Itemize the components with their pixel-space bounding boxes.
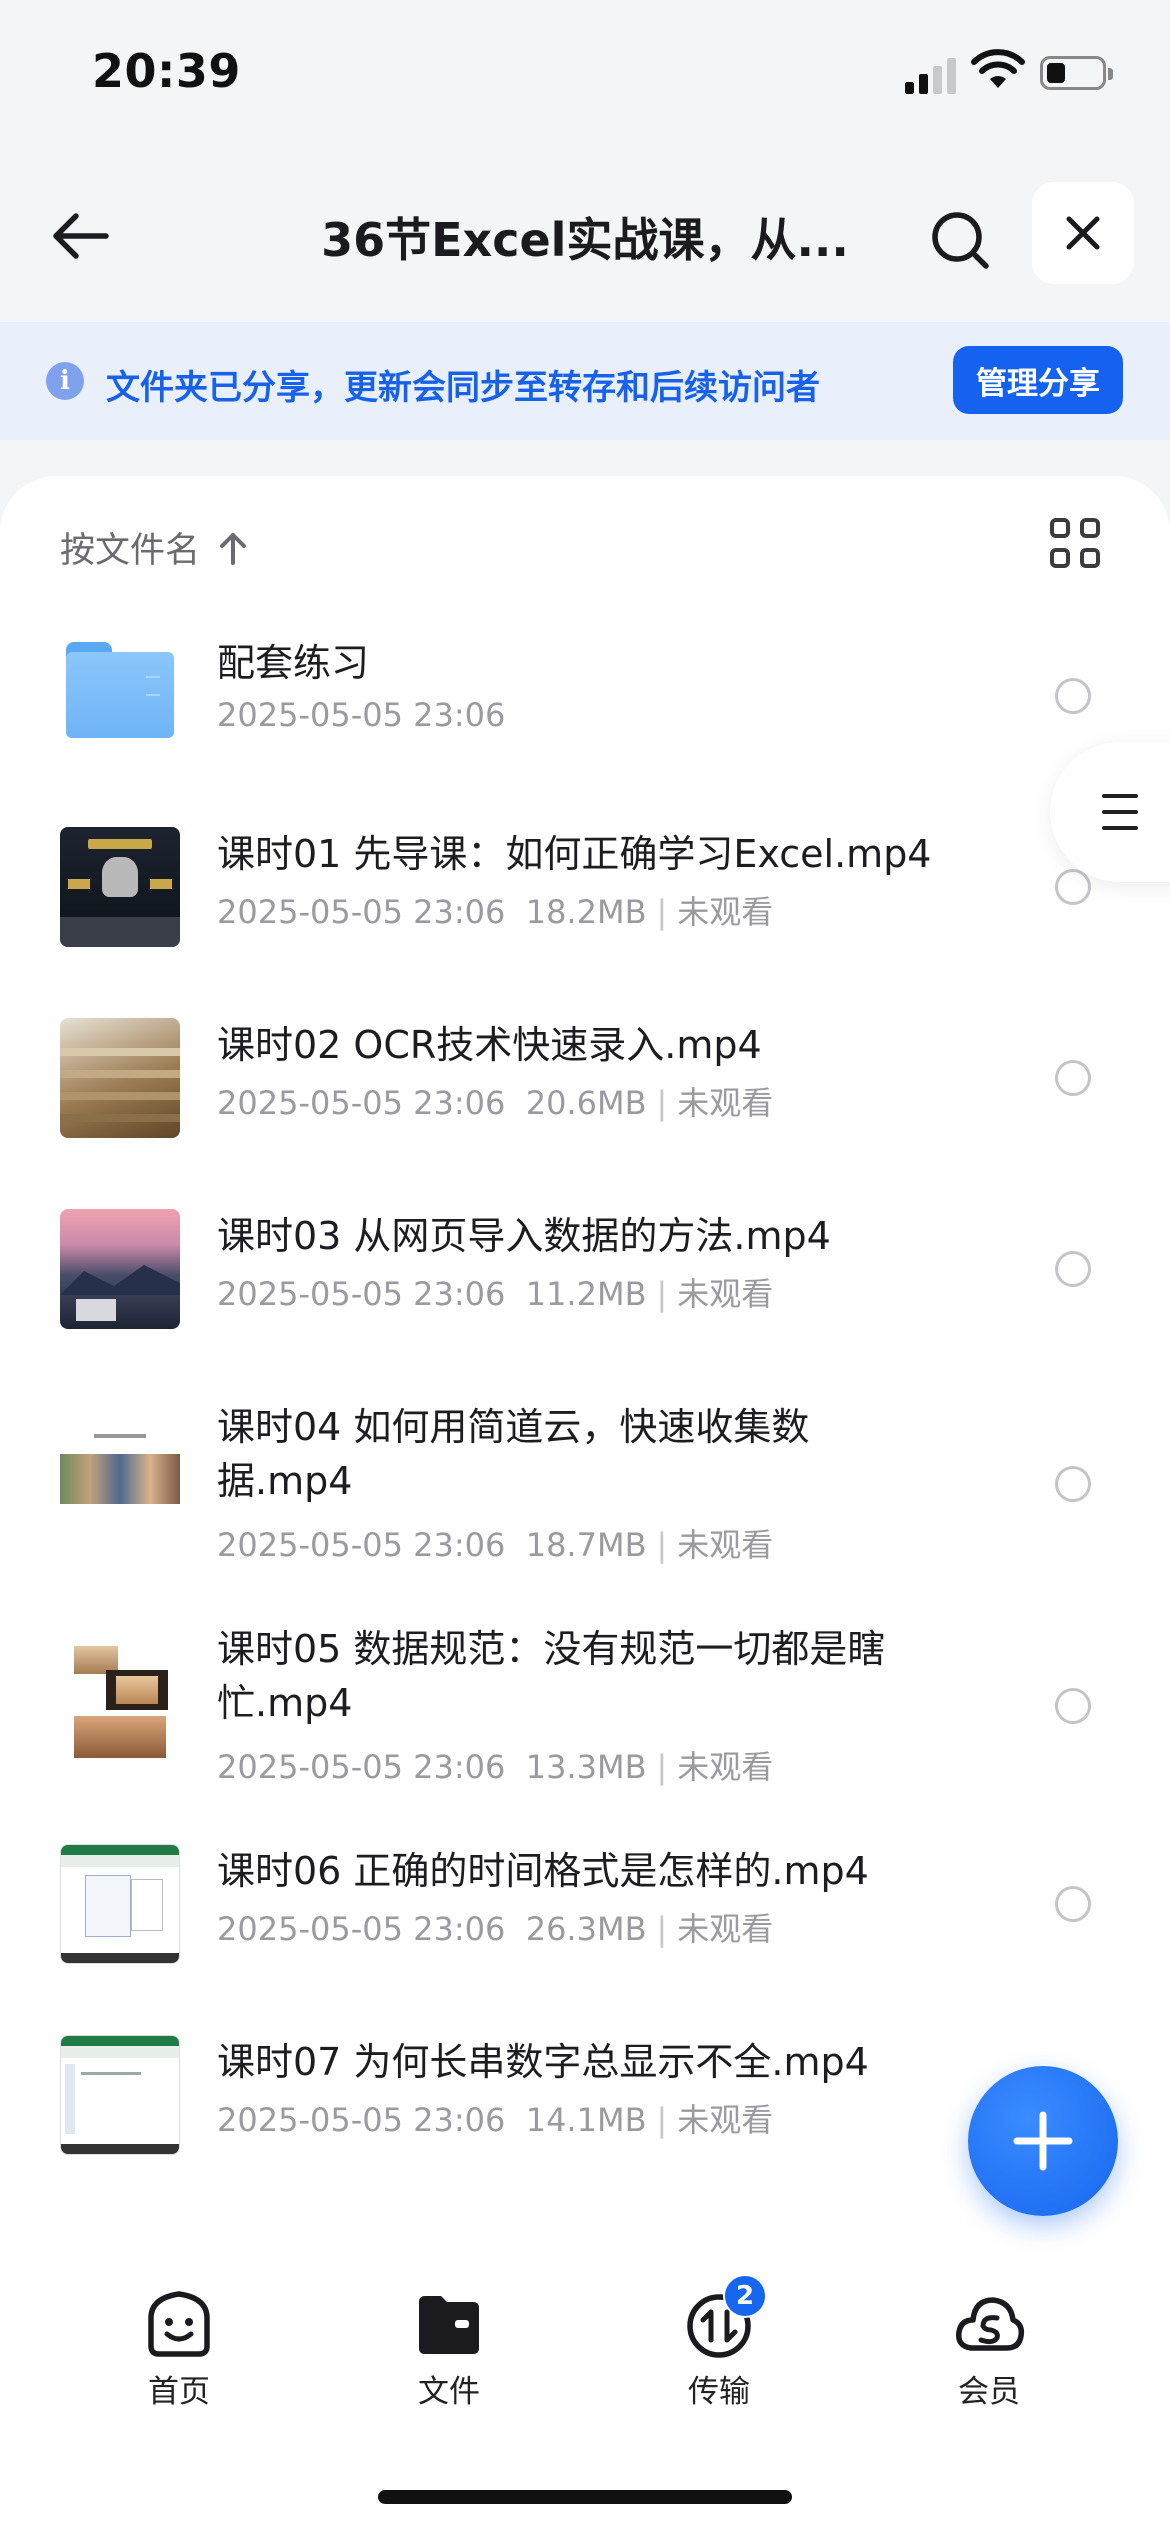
tab-label: 会员 (958, 2374, 1020, 2410)
file-size: 13.3MB (525, 1748, 647, 1786)
close-icon (1066, 216, 1100, 250)
smile-face-icon (143, 2288, 215, 2360)
tab-transfer[interactable]: 2 传输 (644, 2274, 794, 2418)
file-date: 2025-05-05 23:06 (217, 1748, 506, 1786)
select-radio[interactable] (1055, 678, 1091, 714)
watch-status: 未观看 (677, 893, 774, 931)
folder-icon (413, 2288, 485, 2360)
cloud-member-icon (953, 2288, 1025, 2360)
tab-label: 文件 (418, 2374, 480, 2410)
file-size: 11.2MB (525, 1275, 647, 1313)
status-bar: 20:39 (0, 0, 1170, 150)
watch-status: 未观看 (677, 1526, 774, 1564)
list-item[interactable]: 配套练习 2025-05-05 23:06 (0, 606, 1170, 797)
file-name: 课时02 OCR技术快速录入.mp4 (217, 1023, 762, 1067)
tab-label: 首页 (148, 2374, 210, 2410)
page-title: 36节Excel实战课，从... (321, 213, 849, 267)
file-date: 2025-05-05 23:06 (217, 1910, 506, 1948)
list-item[interactable]: 课时02 OCR技术快速录入.mp4 2025-05-05 23:06 20.6… (0, 988, 1170, 1179)
watch-status: 未观看 (677, 1275, 774, 1313)
file-date: 2025-05-05 23:06 (217, 893, 506, 931)
file-name: 课时07 为何长串数字总显示不全.mp4 (217, 2040, 869, 2084)
watch-status: 未观看 (677, 1748, 774, 1786)
file-size: 26.3MB (525, 1910, 647, 1948)
search-button[interactable] (918, 198, 1002, 282)
file-size: 18.7MB (525, 1526, 647, 1564)
file-size: 20.6MB (525, 1084, 647, 1122)
select-radio[interactable] (1055, 1251, 1091, 1287)
status-time: 20:39 (92, 44, 241, 98)
select-radio[interactable] (1055, 1886, 1091, 1922)
file-date: 2025-05-05 23:06 (217, 1084, 506, 1122)
video-thumbnail (60, 827, 180, 947)
file-date: 2025-05-05 23:06 (217, 696, 506, 734)
file-list-panel: 按文件名 配套练习 2025-05-05 23:06 课时01 先导课：如何正确… (0, 476, 1170, 2260)
file-meta: 2025-05-05 23:06 18.2MB | 未观看 (217, 893, 774, 931)
select-radio[interactable] (1055, 869, 1091, 905)
watch-status: 未观看 (677, 1084, 774, 1122)
folder-icon (66, 642, 174, 738)
file-name: 课时03 从网页导入数据的方法.mp4 (217, 1214, 831, 1258)
file-name: 课时06 正确的时间格式是怎样的.mp4 (217, 1849, 869, 1893)
file-date: 2025-05-05 23:06 (217, 1275, 506, 1313)
list-item[interactable]: 课时01 先导课：如何正确学习Excel.mp4 2025-05-05 23:0… (0, 797, 1170, 988)
tab-files[interactable]: 文件 (374, 2288, 524, 2418)
file-meta: 2025-05-05 23:06 20.6MB | 未观看 (217, 1084, 774, 1122)
video-thumbnail (60, 1642, 180, 1762)
plus-icon (1013, 2111, 1073, 2171)
file-list: 配套练习 2025-05-05 23:06 课时01 先导课：如何正确学习Exc… (0, 606, 1170, 2196)
share-notice-banner: i 文件夹已分享，更新会同步至转存和后续访问者 管理分享 (0, 322, 1170, 440)
home-indicator (378, 2490, 792, 2504)
sort-label: 按文件名 (60, 531, 201, 571)
tab-member[interactable]: 会员 (914, 2288, 1064, 2418)
file-meta: 2025-05-05 23:06 26.3MB | 未观看 (217, 1910, 774, 1948)
watch-status: 未观看 (677, 1910, 774, 1948)
file-meta: 2025-05-05 23:06 (217, 696, 505, 734)
video-thumbnail (60, 2035, 180, 2155)
share-notice-text: 文件夹已分享，更新会同步至转存和后续访问者 (106, 368, 820, 408)
video-thumbnail (60, 1420, 180, 1540)
list-item[interactable]: 课时05 数据规范：没有规范一切都是瞎忙.mp4 2025-05-05 23:0… (0, 1592, 1170, 1814)
grid-view-toggle[interactable] (1050, 518, 1108, 576)
file-name: 配套练习 (217, 641, 370, 685)
select-radio[interactable] (1055, 1688, 1091, 1724)
file-date: 2025-05-05 23:06 (217, 2101, 506, 2139)
file-size: 14.1MB (525, 2101, 647, 2139)
battery-icon (1040, 56, 1113, 90)
manage-share-button[interactable]: 管理分享 (953, 346, 1123, 414)
watch-status: 未观看 (677, 2101, 774, 2139)
file-meta: 2025-05-05 23:06 13.3MB | 未观看 (217, 1748, 774, 1786)
video-thumbnail (60, 1844, 180, 1964)
search-icon (932, 212, 989, 269)
info-icon: i (46, 362, 84, 400)
select-radio[interactable] (1055, 1466, 1091, 1502)
cellular-signal-icon (905, 52, 957, 94)
file-name: 课时01 先导课：如何正确学习Excel.mp4 (217, 832, 932, 876)
transfer-count-badge: 2 (723, 2274, 767, 2318)
transfer-icon: 2 (683, 2274, 767, 2360)
close-button[interactable] (1032, 182, 1134, 284)
file-size: 18.2MB (525, 893, 647, 931)
tab-label: 传输 (688, 2374, 750, 2410)
header: 36节Excel实战课，从... (0, 170, 1170, 295)
file-name: 课时04 如何用简道云，快速收集数据.mp4 (217, 1405, 810, 1503)
file-meta: 2025-05-05 23:06 18.7MB | 未观看 (217, 1526, 774, 1564)
list-item[interactable]: 课时04 如何用简道云，快速收集数据.mp4 2025-05-05 23:06 … (0, 1370, 1170, 1592)
tab-home[interactable]: 首页 (104, 2288, 254, 2418)
video-thumbnail (60, 1209, 180, 1329)
list-item[interactable]: 课时03 从网页导入数据的方法.mp4 2025-05-05 23:06 11.… (0, 1179, 1170, 1370)
list-item[interactable]: 课时06 正确的时间格式是怎样的.mp4 2025-05-05 23:06 26… (0, 1814, 1170, 2005)
video-thumbnail (60, 1018, 180, 1138)
arrow-left-icon (53, 213, 109, 259)
file-meta: 2025-05-05 23:06 14.1MB | 未观看 (217, 2101, 774, 2139)
select-radio[interactable] (1055, 1060, 1091, 1096)
file-meta: 2025-05-05 23:06 11.2MB | 未观看 (217, 1275, 774, 1313)
add-button[interactable] (968, 2066, 1118, 2216)
back-button[interactable] (44, 200, 116, 272)
file-name: 课时05 数据规范：没有规范一切都是瞎忙.mp4 (217, 1627, 886, 1725)
arrow-up-icon (218, 531, 248, 565)
file-date: 2025-05-05 23:06 (217, 1526, 506, 1564)
sort-by-name-button[interactable]: 按文件名 (60, 522, 248, 573)
wifi-icon (971, 49, 1025, 88)
